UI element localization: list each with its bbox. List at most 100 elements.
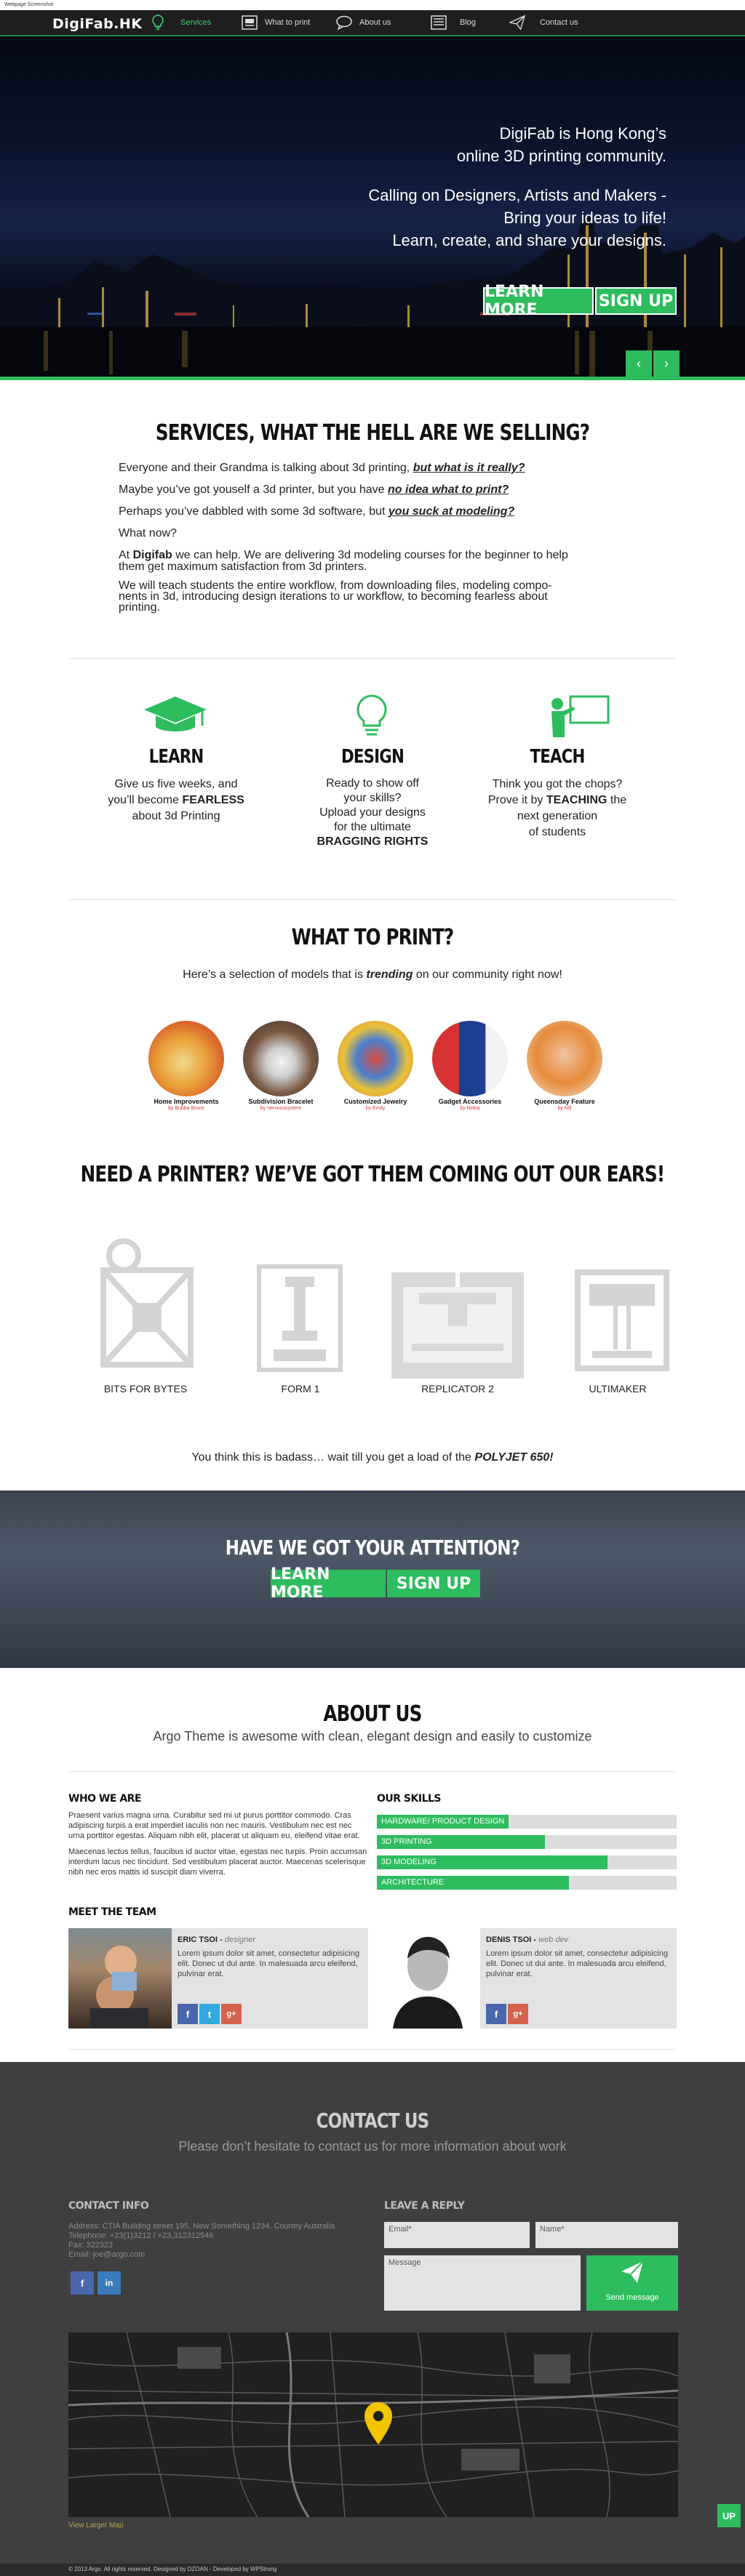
nav-label: Services xyxy=(180,18,212,27)
map[interactable] xyxy=(68,2332,678,2517)
text: you’ll become xyxy=(108,794,180,806)
about-subtitle: Argo Theme is awesome with clean, elegan… xyxy=(153,1729,592,1744)
model-name[interactable]: Subdivision Bracelet xyxy=(234,1098,328,1105)
emphasis-text: no idea what to print? xyxy=(388,483,509,496)
slider-next-button[interactable]: › xyxy=(653,350,680,377)
who-we-are-text: Praesent varius magna urna. Curabitur se… xyxy=(68,1810,368,1877)
printer-name: FORM 1 xyxy=(281,1383,320,1395)
nav-item-contact-us[interactable]: Contact us xyxy=(509,10,578,35)
scroll-up-button[interactable]: UP xyxy=(717,2504,741,2527)
attention-learn-more-button[interactable]: LEARN MORE xyxy=(271,1565,386,1602)
text: We will teach students the entire workfl… xyxy=(119,579,552,592)
model-author[interactable]: by Nokia xyxy=(423,1106,517,1111)
nav-label: Blog xyxy=(460,18,477,27)
text: Everyone and their Grandma is talking ab… xyxy=(119,462,410,474)
hero-sign-up-button[interactable]: SIGN UP xyxy=(595,287,677,315)
attention-title: HAVE WE GOT YOUR ATTENTION? xyxy=(225,1536,520,1560)
services-intro: Everyone and their Grandma is talking ab… xyxy=(119,461,628,614)
model-thumb-gadget-accessories[interactable] xyxy=(432,1021,508,1096)
emphasis-text: trending xyxy=(366,968,413,981)
google-plus-icon[interactable]: g+ xyxy=(221,2004,242,2024)
text: What now? xyxy=(119,527,178,539)
feature-title: TEACH xyxy=(530,746,585,768)
divider xyxy=(69,658,676,659)
emphasis-text: you suck at modeling? xyxy=(388,505,515,518)
what-to-print-title: WHAT TO PRINT? xyxy=(291,925,455,950)
hero-learn-more-button[interactable]: LEARN MORE xyxy=(483,283,594,319)
model-name[interactable]: Gadget Accessories xyxy=(423,1098,517,1105)
hero-tagline: DigiFab is Hong Kong’s online 3D printin… xyxy=(368,122,666,252)
attention-sign-up-button[interactable]: SIGN UP xyxy=(387,1570,480,1597)
printer-bits-for-bytes-image[interactable] xyxy=(81,1237,212,1379)
slider-prev-button[interactable]: ‹ xyxy=(626,350,652,377)
skill-bar-fill: 3D PRINTING xyxy=(377,1835,545,1849)
nav-item-what-to-print[interactable]: What to print xyxy=(242,10,310,35)
text: your skills? xyxy=(343,792,402,804)
emphasis-text: but what is it really? xyxy=(413,462,525,474)
twitter-icon[interactable]: t xyxy=(199,2004,220,2024)
separator: - xyxy=(531,1935,539,1944)
send-label: Send message xyxy=(605,2293,659,2302)
lightbulb-icon xyxy=(150,15,166,31)
services-title: SERVICES, WHAT THE HELL ARE WE SELLING? xyxy=(155,420,590,446)
contact-title: CONTACT US xyxy=(316,2108,430,2132)
nav-label: What to print xyxy=(265,18,311,27)
hero-accent-bar xyxy=(0,377,745,380)
model-name[interactable]: Home Improvements xyxy=(139,1098,234,1105)
facebook-icon[interactable]: f xyxy=(178,2004,198,2024)
text: You think this is badass… wait till you … xyxy=(191,1451,471,1464)
facebook-icon[interactable]: f xyxy=(486,2004,506,2024)
model-author[interactable]: by nervoussystem xyxy=(234,1106,328,1111)
team-member-bio: Lorem ipsum dolor sit amet, consectetur … xyxy=(178,1949,360,1978)
team-member-name: ERIC TSOI xyxy=(178,1935,218,1944)
printer-replicator-2-image[interactable] xyxy=(390,1271,525,1384)
send-message-button[interactable]: Send message xyxy=(586,2255,678,2311)
model-thumb-home-improvements[interactable] xyxy=(148,1021,224,1096)
text: Think you got the chops? xyxy=(492,778,623,790)
model-name[interactable]: Customized Jewelry xyxy=(328,1098,423,1105)
model-thumb-subdivision-bracelet[interactable] xyxy=(243,1021,319,1096)
message-field[interactable]: Message xyxy=(384,2255,581,2311)
model-name[interactable]: Queensday Feature xyxy=(517,1098,612,1105)
model-thumb-queensday-feature[interactable] xyxy=(527,1021,602,1096)
printer-icon xyxy=(242,15,258,31)
model-thumb-customized-jewelry[interactable] xyxy=(338,1021,413,1096)
nav-item-about-us[interactable]: About us xyxy=(336,10,391,35)
printer-form-1-image[interactable] xyxy=(256,1264,343,1376)
text: Give us five weeks, and xyxy=(114,778,238,790)
email-field[interactable]: Email* xyxy=(384,2222,530,2248)
footer: © 2013 Argo. All rights reserved. Design… xyxy=(0,2564,745,2576)
brand-text: Digifab xyxy=(132,549,172,561)
model-author[interactable]: by Bubba Bruce xyxy=(139,1106,234,1111)
linkedin-icon[interactable]: in xyxy=(97,2271,121,2295)
site-logo[interactable]: DigiFab.HK xyxy=(52,16,143,32)
model-author[interactable]: by Emily xyxy=(328,1106,423,1111)
lightbulb-icon xyxy=(355,694,389,742)
feature-learn: LEARN Give us five weeks, and you’ll bec… xyxy=(89,746,263,824)
view-larger-map-link[interactable]: View Larger Map xyxy=(68,2521,123,2529)
meet-the-team-title: MEET THE TEAM xyxy=(68,1906,156,1918)
nav-item-services[interactable]: Services xyxy=(150,10,211,35)
text: FEARLESS xyxy=(182,794,244,806)
divider xyxy=(69,2049,676,2050)
who-we-are-title: WHO WE ARE xyxy=(68,1793,142,1805)
contact-subtitle: Please don’t hesitate to contact us for … xyxy=(178,2139,567,2154)
text: we can help. We are delivering 3d modeli… xyxy=(175,549,568,561)
avatar xyxy=(377,1928,480,2029)
nav-label: About us xyxy=(359,18,391,27)
name-field[interactable]: Name* xyxy=(535,2222,678,2248)
printer-name: BITS FOR BYTES xyxy=(103,1383,188,1395)
printer-ultimaker-image[interactable] xyxy=(575,1269,669,1375)
model-author[interactable]: by Nill xyxy=(517,1106,612,1111)
facebook-icon[interactable]: f xyxy=(71,2271,94,2295)
emphasis-text[interactable]: POLYJET 650! xyxy=(474,1451,553,1464)
map-pin-icon[interactable] xyxy=(362,2401,394,2449)
screenshot-label: Webpage Screenshot xyxy=(4,2,54,7)
contact-email[interactable]: Email: joe@argo.com xyxy=(68,2250,374,2260)
text: Maybe you’ve got youself a 3d printer, b… xyxy=(119,483,385,496)
text: for the ultimate xyxy=(334,821,411,833)
google-plus-icon[interactable]: g+ xyxy=(508,2004,528,2024)
text: on our community right now! xyxy=(415,968,562,981)
hero-line: Bring your ideas to life! xyxy=(503,209,666,227)
nav-item-blog[interactable]: Blog xyxy=(431,10,476,35)
